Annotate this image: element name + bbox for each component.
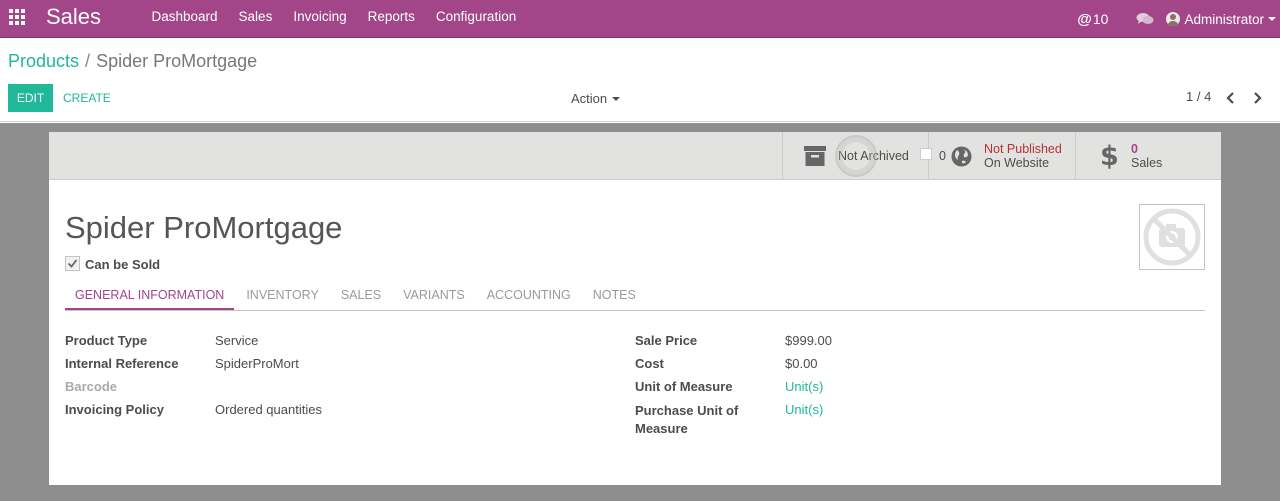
button-box: Not Archived 0 Not Published On Website [49, 132, 1221, 180]
breadcrumb-products-link[interactable]: Products [8, 51, 79, 71]
product-type-label: Product Type [65, 333, 148, 348]
invoicing-policy-label: Invoicing Policy [65, 402, 164, 417]
breadcrumb-separator: / [85, 51, 91, 71]
camera-slash-icon [1143, 208, 1201, 266]
cost-label: Cost [635, 356, 664, 371]
can-be-sold-checkbox[interactable] [65, 256, 80, 271]
invoicing-policy-value: Ordered quantities [215, 402, 322, 417]
menu-item-sales[interactable]: Sales [228, 0, 283, 38]
systray: @ 10 Administrator [1077, 0, 1280, 38]
create-button[interactable]: CREATE [63, 91, 111, 105]
edit-button[interactable]: EDIT [8, 84, 53, 112]
cost-value: $0.00 [785, 356, 818, 371]
sales-label: Sales [1131, 156, 1163, 170]
tab-accounting[interactable]: ACCOUNTING [477, 279, 581, 310]
website-checkbox[interactable] [920, 148, 932, 160]
website-status: Not Published [984, 142, 1062, 156]
archive-icon [804, 146, 826, 166]
notebook-tabs: GENERAL INFORMATION INVENTORY SALES VARI… [65, 279, 1205, 311]
menu-item-reports[interactable]: Reports [357, 0, 425, 38]
app-title: Sales [46, 4, 102, 29]
form-view: Not Archived 0 Not Published On Website [0, 123, 1280, 501]
can-be-sold-label: Can be Sold [85, 257, 161, 272]
breadcrumb: Products / Spider ProMortgage [8, 51, 257, 72]
user-menu[interactable]: Administrator [1166, 12, 1280, 27]
at-icon: @ [1077, 10, 1092, 28]
messages-count: 10 [1092, 11, 1109, 27]
tab-general-information[interactable]: GENERAL INFORMATION [65, 279, 235, 310]
website-sublabel: On Website [984, 156, 1050, 170]
globe-icon [951, 146, 972, 167]
pager-value[interactable]: 1 / 4 [1186, 89, 1211, 104]
unit-of-measure-label: Unit of Measure [635, 379, 733, 394]
sales-count-button[interactable]: $ 0 Sales [1075, 132, 1221, 180]
archive-toggle-button[interactable]: Not Archived [782, 132, 928, 180]
tab-variants[interactable]: VARIANTS [393, 279, 475, 310]
apps-grid-icon[interactable] [9, 9, 26, 26]
dollar-icon: $ [1100, 141, 1119, 172]
control-panel: Products / Spider ProMortgage EDIT CREATE … [0, 39, 1280, 122]
sale-price-label: Sale Price [635, 333, 698, 348]
purchase-unit-label: Purchase Unit of Measure [635, 403, 739, 436]
menu-item-configuration[interactable]: Configuration [425, 0, 526, 38]
purchase-unit-link[interactable]: Unit(s) [785, 402, 823, 417]
avatar [1166, 12, 1181, 26]
website-count: 0 [939, 149, 946, 163]
menu-item-invoicing[interactable]: Invoicing [283, 0, 357, 38]
chevron-left-icon[interactable] [1226, 91, 1236, 105]
internal-reference-value: SpiderProMort [215, 356, 299, 371]
action-dropdown[interactable]: Action [571, 91, 621, 106]
tab-inventory[interactable]: INVENTORY [236, 279, 328, 310]
action-label: Action [571, 91, 608, 106]
breadcrumb-current: Spider ProMortgage [96, 51, 258, 71]
sale-price-value: $999.00 [785, 333, 832, 348]
menu-item-dashboard[interactable]: Dashboard [141, 0, 228, 38]
checkmark-icon [67, 259, 78, 268]
chat-icon[interactable] [1136, 12, 1154, 26]
tab-notes[interactable]: NOTES [583, 279, 646, 310]
caret-down-icon [1268, 17, 1276, 21]
tab-sales[interactable]: SALES [331, 279, 391, 310]
top-navbar: Sales Dashboard Sales Invoicing Reports … [0, 0, 1280, 38]
product-type-value: Service [215, 333, 259, 348]
user-name: Administrator [1184, 11, 1264, 27]
unit-of-measure-link[interactable]: Unit(s) [785, 379, 823, 394]
chevron-right-icon[interactable] [1252, 91, 1262, 105]
caret-down-icon [612, 96, 621, 101]
internal-reference-label: Internal Reference [65, 356, 179, 371]
form-sheet: Not Archived 0 Not Published On Website [49, 132, 1221, 485]
product-title: Spider ProMortgage [65, 210, 343, 245]
sales-count: 0 [1131, 142, 1138, 156]
website-publish-button[interactable]: 0 Not Published On Website [920, 132, 1075, 180]
messages-button[interactable]: @ 10 [1077, 11, 1108, 28]
barcode-label: Barcode [65, 379, 118, 394]
product-image[interactable] [1139, 204, 1205, 270]
archive-status: Not Archived [838, 149, 909, 163]
main-menu: Dashboard Sales Invoicing Reports Config… [141, 0, 527, 38]
